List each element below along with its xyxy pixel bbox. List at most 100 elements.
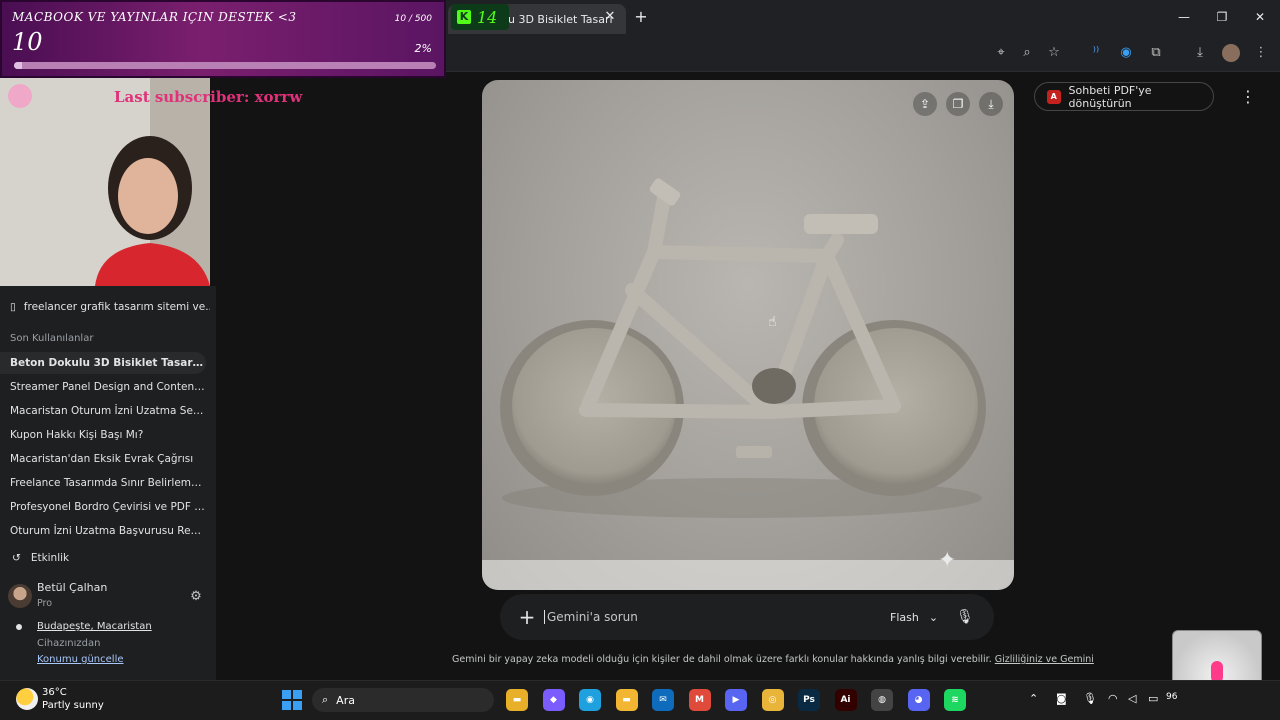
taskbar-search-label: Ara (336, 693, 355, 707)
donation-progress-bar (14, 62, 436, 69)
tab-close-icon[interactable]: ✕ (602, 9, 618, 25)
recent-chat-item[interactable]: Macaristan Oturum İzni Uzatma Seçene... (0, 400, 206, 422)
pdf-icon: A (1047, 89, 1061, 104)
photoshop-icon[interactable]: Ps (798, 689, 820, 711)
copilot-icon[interactable]: ◆ (542, 689, 565, 711)
share-image-icon[interactable]: ⇪ (913, 92, 937, 116)
location-pin-icon[interactable]: ⌖ (992, 44, 1010, 62)
donation-count: 10 / 500 (394, 14, 432, 24)
bookmark-star-icon[interactable]: ☆ (1045, 44, 1063, 62)
recent-chat-item[interactable]: Freelance Tasarımda Sınır Belirleme Re..… (0, 472, 206, 494)
kick-logo-icon: K (457, 10, 471, 24)
model-label: Flash (890, 610, 919, 624)
browser-menu-icon[interactable]: ⋮ (1252, 44, 1270, 62)
settings-gear-icon[interactable]: ⚙ (188, 589, 204, 605)
gmail-icon[interactable]: M (688, 689, 711, 711)
media-icon[interactable]: ▶ (725, 689, 747, 711)
maximize-button[interactable]: ❐ (1211, 7, 1233, 27)
activity-item[interactable]: ↺ Etkinlik (12, 552, 69, 564)
tab-title: u 3D Bisiklet Tasarı (508, 12, 613, 26)
chrome-icon[interactable]: ◎ (761, 689, 784, 711)
outlook-icon[interactable]: ✉ (652, 689, 674, 711)
volume-icon[interactable]: ◁ (1128, 692, 1136, 705)
recent-chat-item[interactable]: Macaristan'dan Eksik Evrak Çağrısı (0, 448, 206, 470)
battery-percent: 96 (1166, 692, 1178, 702)
weather-temperature: 36°C (42, 687, 67, 698)
tray-mic-icon[interactable]: 🎙 (1083, 692, 1097, 705)
model-selector[interactable]: Flash ⌄ (890, 611, 938, 624)
donation-amount: 10 (12, 28, 43, 56)
tray-app-icon[interactable]: ◙ (1056, 692, 1067, 705)
convert-to-pdf-button[interactable]: A Sohbeti PDF'ye dönüştürün (1034, 82, 1214, 111)
kirby-icon (8, 84, 32, 108)
weather-partly-sunny-icon[interactable] (16, 688, 38, 710)
prompt-input[interactable] (544, 610, 854, 624)
file-explorer-icon[interactable]: ▬ (506, 689, 528, 711)
last-subscriber-text: Last subscriber: xorrw (114, 88, 303, 106)
discord-icon[interactable]: ◕ (907, 689, 930, 711)
taskbar-search[interactable]: ⌕ Ara (312, 688, 494, 712)
user-name: Betül Çalhan (37, 581, 108, 594)
shazam-extension-icon[interactable]: ◉ (1117, 44, 1135, 62)
donation-goal-panel: MACBOOK VE YAYINLAR IÇIN DESTEK <3 10 / … (0, 0, 446, 78)
gemini-sparkle-icon: ✦ (938, 548, 957, 573)
weather-condition: Partly sunny (42, 700, 104, 711)
add-attachment-icon[interactable]: + (518, 607, 536, 627)
donation-title: MACBOOK VE YAYINLAR IÇIN DESTEK <3 (12, 10, 297, 24)
downloads-icon[interactable]: ⤓ (1191, 44, 1209, 62)
close-window-button[interactable]: ✕ (1249, 7, 1271, 27)
recent-chat-item[interactable]: Kupon Hakkı Kişi Başı Mı? (0, 424, 206, 446)
recent-chat-item[interactable]: Streamer Panel Design and Content Gu... (0, 376, 206, 398)
copy-image-icon[interactable]: ❐ (946, 92, 970, 116)
minimize-button[interactable]: — (1173, 7, 1195, 27)
sidebar-gem-label: freelancer grafik tasarım sitemi ve... (23, 301, 210, 313)
spotify-icon[interactable]: ≋ (944, 689, 966, 711)
convert-to-pdf-label: Sohbeti PDF'ye dönüştürün (1068, 83, 1152, 110)
document-icon: ▯ (10, 301, 16, 313)
profile-avatar-icon[interactable] (1222, 44, 1240, 62)
webcam-image (0, 78, 210, 286)
more-options-icon[interactable]: ⋮ (1240, 88, 1256, 106)
donation-progress-fill (14, 62, 23, 69)
zoom-icon[interactable]: ⌕ (1018, 44, 1036, 62)
user-plan: Pro (37, 598, 53, 609)
sidebar-gem-item[interactable]: ▯ freelancer grafik tasarım sitemi ve... (10, 298, 210, 316)
mouse-cursor-icon: ☝ (768, 314, 777, 330)
disclaimer-text: Gemini bir yapay zeka modeli olduğu için… (452, 654, 992, 665)
user-avatar[interactable] (8, 584, 32, 608)
history-icon: ↺ (12, 552, 21, 564)
folder-icon[interactable]: ▬ (615, 689, 638, 711)
activity-label: Etkinlik (30, 552, 70, 564)
recent-chat-item[interactable]: Profesyonel Bordro Çevirisi ve PDF Oluş.… (0, 496, 206, 518)
disclaimer: Gemini bir yapay zeka modeli olduğu için… (452, 654, 1094, 665)
extension-sound-icon[interactable]: ⁾⁾ (1087, 44, 1105, 62)
battery-icon[interactable]: ▭ (1148, 692, 1158, 705)
location-source: Cihazınızdan (37, 638, 101, 649)
tray-chevron-icon[interactable]: ⌃ (1029, 692, 1038, 705)
chevron-down-icon: ⌄ (928, 610, 939, 624)
search-icon: ⌕ (322, 693, 329, 706)
extensions-puzzle-icon[interactable]: ⧉ (1147, 44, 1165, 62)
location-city-link[interactable]: Budapeşte, Macaristan (37, 621, 152, 632)
kick-viewer-badge: K 14 (451, 4, 509, 30)
wifi-icon[interactable]: ◠ (1108, 692, 1118, 705)
windows-start-icon[interactable] (282, 690, 302, 710)
microphone-icon[interactable]: 🎙 (956, 609, 974, 625)
privacy-link[interactable]: Gizliliğiniz ve Gemini (995, 654, 1094, 665)
donation-percent: 2% (414, 42, 432, 55)
obs-icon[interactable]: ◍ (871, 689, 893, 711)
download-image-icon[interactable]: ⤓ (979, 92, 1003, 116)
illustrator-icon[interactable]: Ai (834, 689, 857, 711)
recent-section-label: Son Kullanılanlar (10, 333, 94, 344)
update-location-link[interactable]: Konumu güncelle (37, 654, 124, 665)
recent-chat-item[interactable]: Oturum İzni Uzatma Başvurusu Rehberi (0, 520, 206, 542)
recent-chat-item[interactable]: Beton Dokulu 3D Bisiklet Tasarımı (0, 352, 206, 374)
location-dot-icon (16, 624, 22, 630)
concrete-bicycle-image (482, 178, 1014, 590)
prompt-bar: + Flash ⌄ 🎙 (500, 594, 994, 640)
webcam-feed (0, 78, 210, 286)
new-tab-icon[interactable]: + (632, 8, 650, 26)
kick-badge-value: 14 (477, 7, 498, 27)
generated-image[interactable] (482, 80, 1014, 590)
edge-icon[interactable]: ◉ (579, 689, 601, 711)
